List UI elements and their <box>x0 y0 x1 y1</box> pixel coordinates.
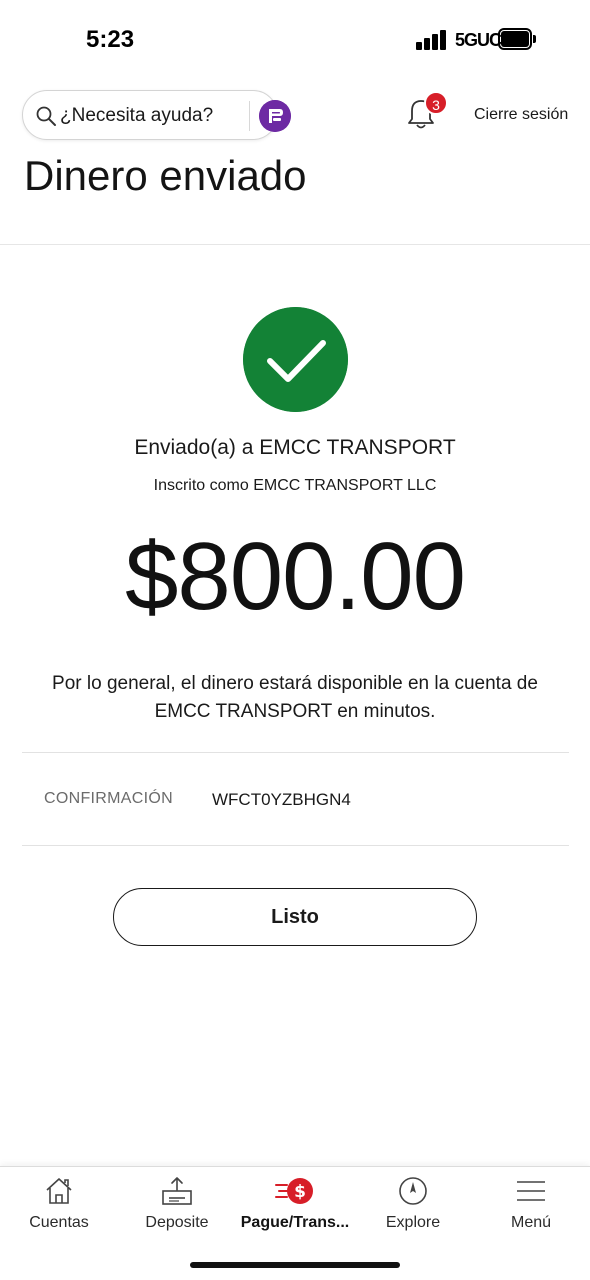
success-check-icon <box>243 307 348 412</box>
tab-menu[interactable]: Menú <box>472 1167 590 1247</box>
signal-strength-icon <box>416 30 448 50</box>
title-divider <box>0 244 590 245</box>
pay-transfer-icon: $ <box>275 1178 313 1204</box>
signout-link[interactable]: Cierre sesión <box>474 106 568 124</box>
assistant-logo-icon[interactable] <box>259 100 291 132</box>
status-time: 5:23 <box>86 26 135 53</box>
recipient-line: Enviado(a) a EMCC TRANSPORT <box>134 436 456 459</box>
menu-icon <box>517 1181 545 1201</box>
search-icon <box>36 106 56 126</box>
tab-label: Cuentas <box>29 1214 89 1231</box>
enrolled-name: Inscrito como EMCC TRANSPORT LLC <box>153 477 437 494</box>
tab-deposite[interactable]: Deposite <box>118 1167 236 1247</box>
sent-amount: $800.00 <box>124 523 466 630</box>
deposit-icon <box>162 1177 192 1205</box>
tab-label: Pague/Trans... <box>240 1214 350 1231</box>
done-button[interactable]: Listo <box>113 888 477 946</box>
battery-icon <box>498 28 536 50</box>
tab-pague-transfiera[interactable]: $ Pague/Trans... <box>236 1167 354 1247</box>
confirmation-label: CONFIRMACIÓN <box>44 790 173 807</box>
pill-divider <box>249 101 250 131</box>
tab-label: Menú <box>510 1214 552 1231</box>
network-label: 5GUC <box>455 30 502 50</box>
confirmation-number: WFCT0YZBHGN4 <box>212 790 351 809</box>
confirmation-bottom-divider <box>22 845 569 846</box>
compass-icon <box>399 1177 427 1205</box>
svg-text:$: $ <box>294 1182 306 1202</box>
home-indicator[interactable] <box>190 1262 400 1268</box>
help-placeholder: ¿Necesita ayuda? <box>60 105 214 126</box>
notification-badge: 3 <box>424 91 448 115</box>
tab-explore[interactable]: Explore <box>354 1167 472 1247</box>
tab-cuentas[interactable]: Cuentas <box>0 1167 118 1247</box>
page-title: Dinero enviado <box>24 152 307 199</box>
confirmation-top-divider <box>22 752 569 753</box>
tab-label: Explore <box>385 1214 441 1231</box>
status-bar: 5:23 5GUC <box>0 0 590 80</box>
home-icon <box>46 1178 72 1204</box>
help-search-field[interactable]: ¿Necesita ayuda? <box>22 90 291 140</box>
availability-note: Por lo general, el dinero estará disponi… <box>52 673 538 722</box>
tab-label: Deposite <box>145 1214 209 1231</box>
